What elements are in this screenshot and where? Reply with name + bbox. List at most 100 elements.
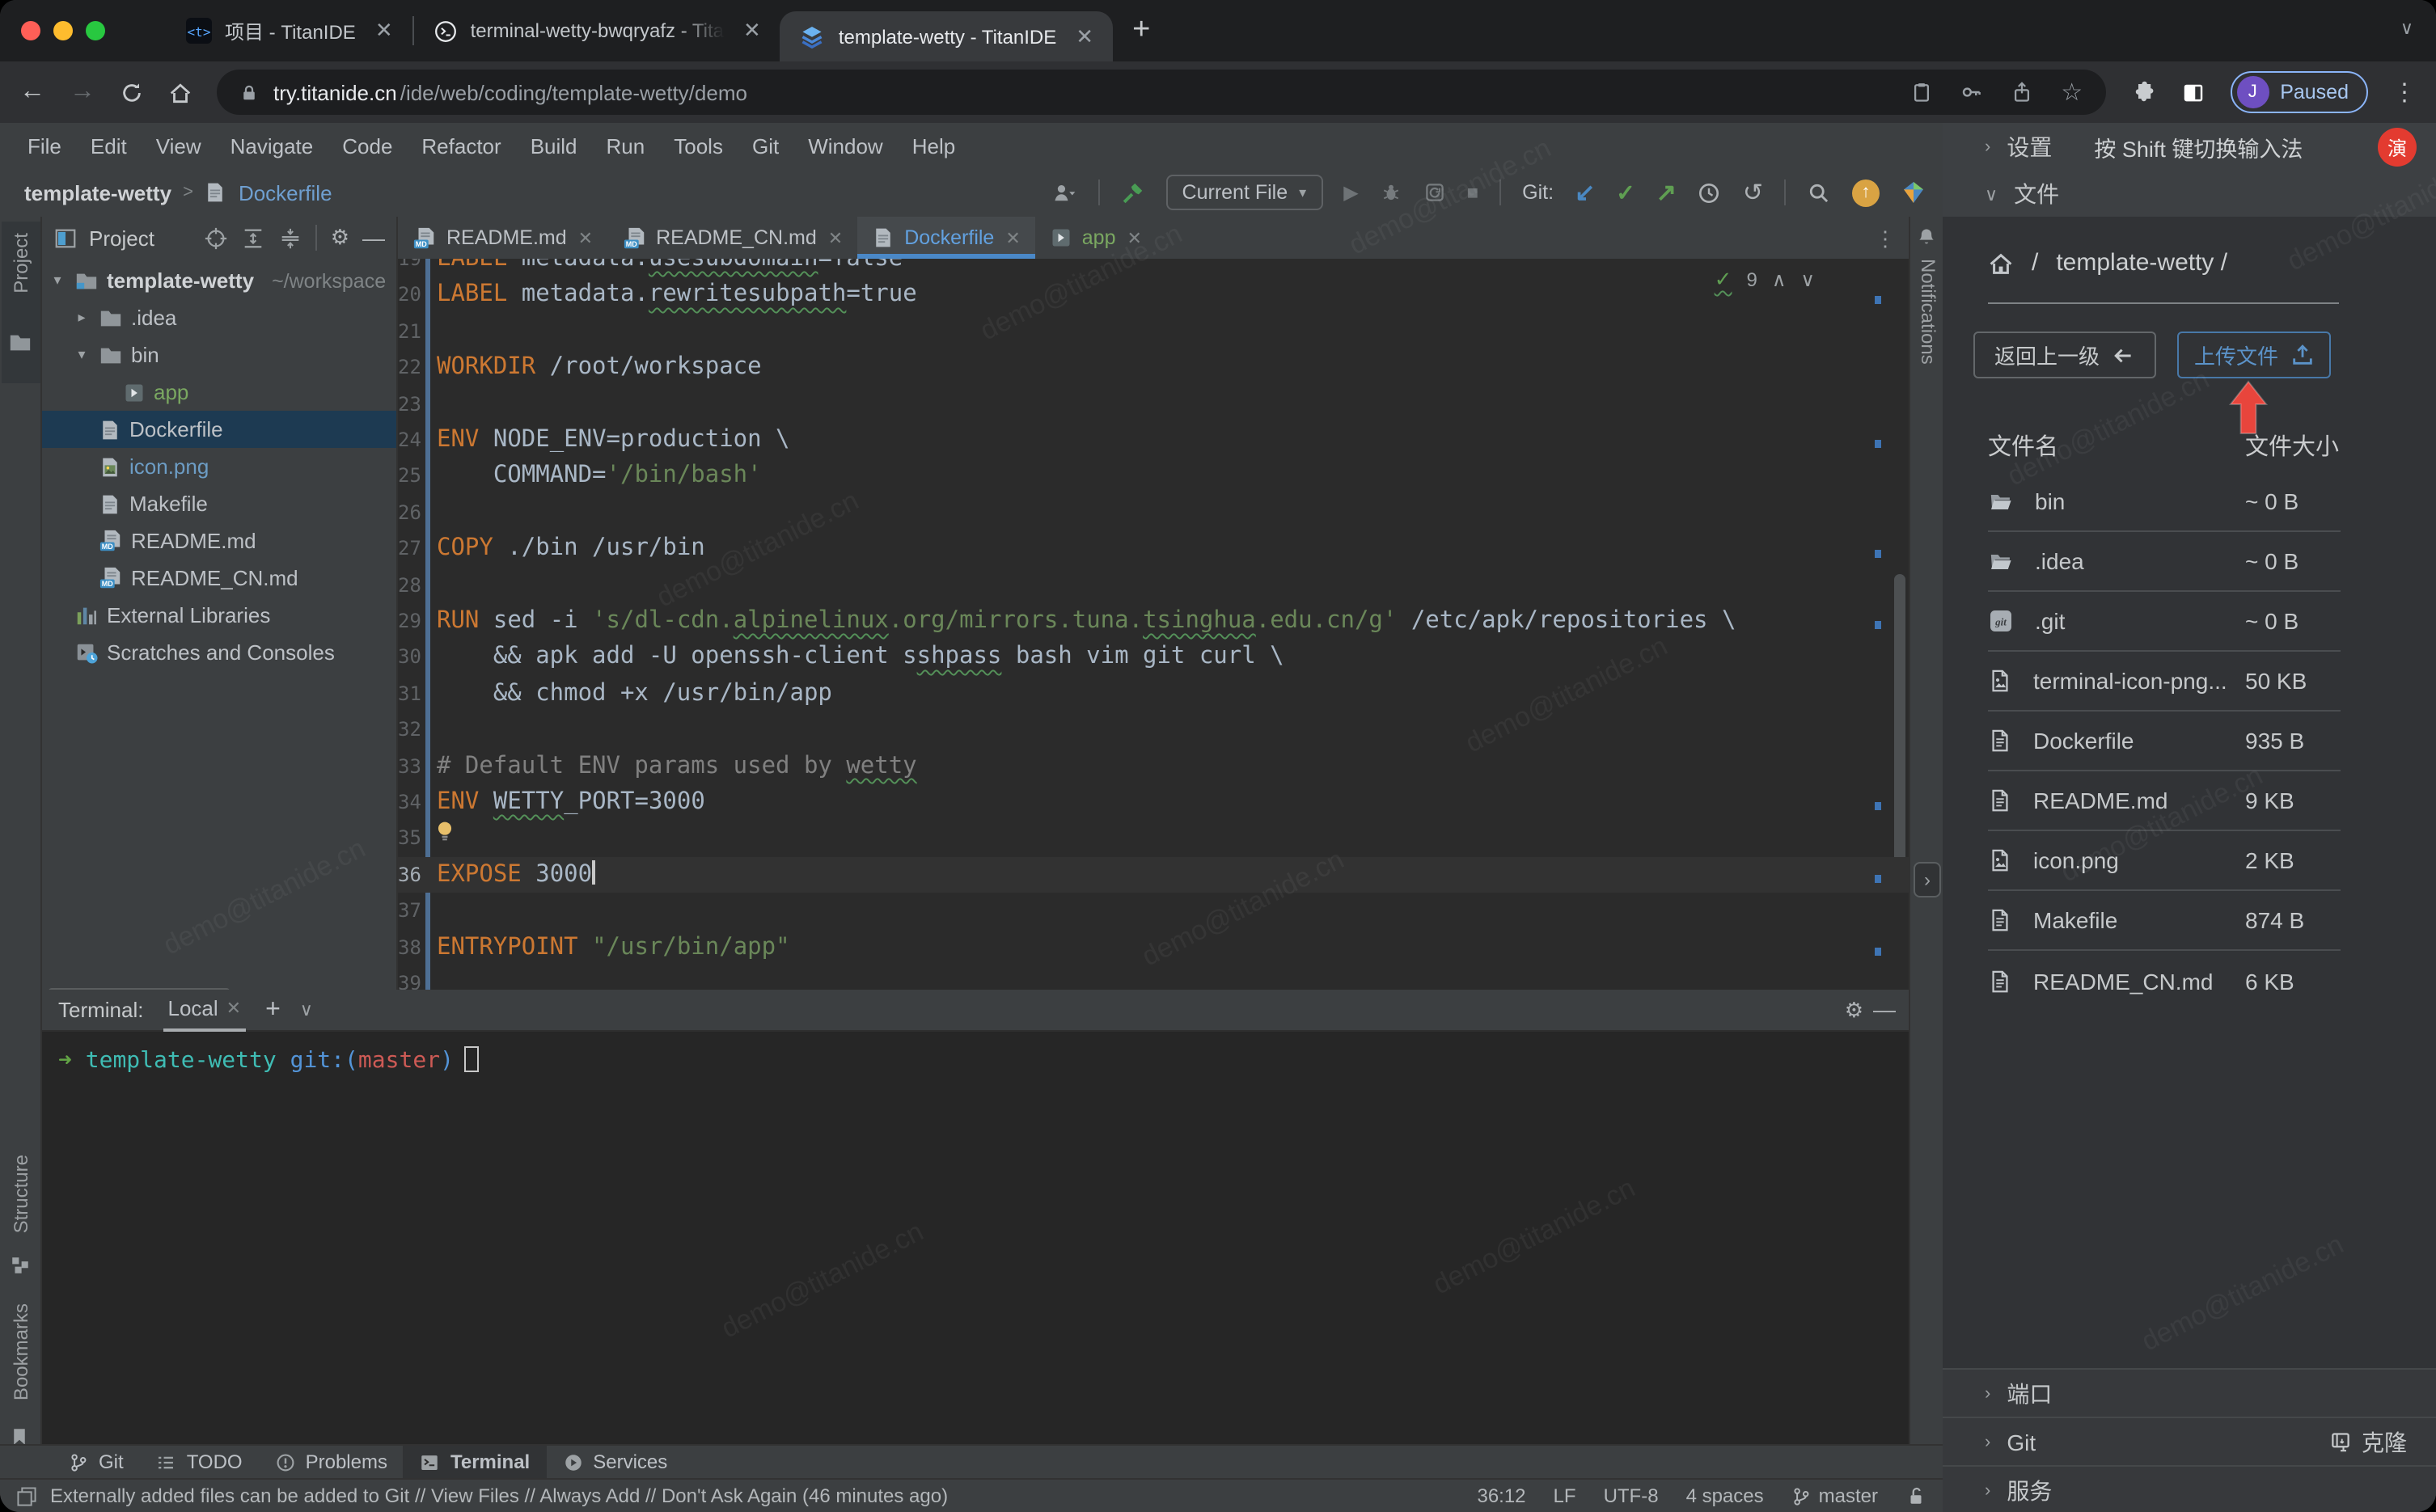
tab-options-icon[interactable]: ⋮ xyxy=(1875,226,1896,252)
profile-button[interactable]: J Paused xyxy=(2230,71,2368,113)
encoding[interactable]: UTF-8 xyxy=(1604,1485,1659,1507)
menu-code[interactable]: Code xyxy=(328,133,407,158)
code-line[interactable]: 35 xyxy=(398,821,1909,857)
key-icon[interactable] xyxy=(1960,81,1983,103)
breadcrumb-project[interactable]: template-wetty xyxy=(24,180,171,205)
file-row[interactable]: git .git ~ 0 B xyxy=(1988,592,2341,652)
inspection-widget[interactable]: ✓ 9 ∧ ∨ xyxy=(1715,267,1815,293)
project-panel-title[interactable]: Project xyxy=(89,226,154,250)
code-line[interactable]: 24 ENV NODE_ENV=production \ xyxy=(398,422,1909,458)
code-line[interactable]: 34 ENV WETTY_PORT=3000 xyxy=(398,784,1909,821)
editor-tab[interactable]: MD README.md ✕ xyxy=(398,217,607,259)
tree-item[interactable]: app xyxy=(42,374,396,411)
browser-tab[interactable]: template-wetty - TitanIDE ✕ xyxy=(780,11,1114,61)
undo-icon[interactable]: ↺ xyxy=(1743,178,1763,207)
stripe-project-tab[interactable]: Project xyxy=(10,233,32,294)
section-git[interactable]: › Git 克隆 xyxy=(1943,1417,2436,1465)
panel-expander-chevron-icon[interactable]: › xyxy=(1914,862,1941,897)
tree-chevron-icon[interactable]: ▸ xyxy=(73,309,91,327)
tree-chevron-icon[interactable]: ▾ xyxy=(49,272,66,289)
file-row[interactable]: .idea ~ 0 B xyxy=(1988,532,2341,592)
terminal-settings-icon[interactable]: ⚙ xyxy=(1845,998,1863,1024)
tree-item[interactable]: Dockerfile xyxy=(42,411,396,448)
update-icon[interactable]: ↑ xyxy=(1852,179,1880,206)
stop-button[interactable]: ■ xyxy=(1467,181,1479,204)
reload-icon[interactable] xyxy=(120,80,144,104)
git-push-icon[interactable]: ↗ xyxy=(1656,178,1677,207)
settings-section-header[interactable]: › 设置 按 Shift 键切换输入法 演 xyxy=(1943,123,2436,171)
code-line[interactable]: 21 xyxy=(398,314,1909,350)
toolwindow-terminal[interactable]: Terminal xyxy=(403,1446,547,1478)
tree-item[interactable]: ▾ template-wetty ~/workspace xyxy=(42,262,396,299)
code-line[interactable]: 22 WORKDIR /root/workspace xyxy=(398,349,1909,386)
menu-navigate[interactable]: Navigate xyxy=(216,133,328,158)
menu-edit[interactable]: Edit xyxy=(76,133,142,158)
toolwindow-services[interactable]: Services xyxy=(546,1446,683,1478)
code-line[interactable]: 36 EXPOSE 3000 xyxy=(398,856,1909,893)
address-bar[interactable]: try.titanide.cn/ide/web/coding/template-… xyxy=(217,70,2106,115)
structure-icon[interactable] xyxy=(10,1255,31,1276)
file-row[interactable]: icon.png 2 KB xyxy=(1988,831,2341,891)
menu-git[interactable]: Git xyxy=(738,133,793,158)
user-icon[interactable] xyxy=(1051,180,1077,205)
tab-close-icon[interactable]: ✕ xyxy=(1127,227,1142,248)
close-icon[interactable]: ✕ xyxy=(226,998,241,1019)
coverage-icon[interactable] xyxy=(1423,181,1446,204)
files-section-header[interactable]: ∨ 文件 xyxy=(1943,171,2436,217)
breadcrumb-file[interactable]: Dockerfile xyxy=(239,180,332,205)
editor-tab[interactable]: app ✕ xyxy=(1035,217,1157,259)
terminal-tab[interactable]: Local ✕ xyxy=(163,989,247,1031)
code-line[interactable]: 38 ENTRYPOINT "/usr/bin/app" xyxy=(398,929,1909,965)
file-row[interactable]: README.md 9 KB xyxy=(1988,771,2341,831)
menu-run[interactable]: Run xyxy=(592,133,660,158)
go-up-button[interactable]: 返回上一级 xyxy=(1973,332,2156,378)
tab-close-icon[interactable]: ✕ xyxy=(578,227,593,248)
folder-icon[interactable] xyxy=(8,330,32,354)
tab-close-icon[interactable]: ✕ xyxy=(1069,23,1093,49)
expand-all-icon[interactable] xyxy=(242,226,266,250)
tree-item[interactable]: Scratches and Consoles xyxy=(42,634,396,671)
menu-help[interactable]: Help xyxy=(898,133,971,158)
menu-tools[interactable]: Tools xyxy=(659,133,738,158)
new-terminal-icon[interactable]: + xyxy=(265,995,281,1024)
code-line[interactable]: 29 RUN sed -i 's/dl-cdn.alpinelinux.org/m… xyxy=(398,603,1909,640)
editor-tab[interactable]: MD README_CN.md ✕ xyxy=(607,217,857,259)
hide-panel-icon[interactable]: — xyxy=(362,225,385,251)
home-icon[interactable] xyxy=(1988,250,2014,276)
lock-icon[interactable] xyxy=(239,82,259,103)
browser-tab[interactable]: <t> 项目 - TitanIDE ✕ xyxy=(167,0,412,61)
git-update-icon[interactable]: ↙ xyxy=(1575,178,1595,207)
tree-item[interactable]: Makefile xyxy=(42,485,396,522)
sidepanel-icon[interactable] xyxy=(2180,80,2206,104)
menu-build[interactable]: Build xyxy=(516,133,592,158)
tab-close-icon[interactable]: ✕ xyxy=(737,18,761,44)
code-line[interactable]: 25 COMMAND='/bin/bash' xyxy=(398,458,1909,495)
toolwindow-todo[interactable]: TODO xyxy=(140,1446,259,1478)
stripe-notifications-tab[interactable]: Notifications xyxy=(1917,259,1939,365)
file-row[interactable]: terminal-icon-png... 50 KB xyxy=(1988,652,2341,712)
code-line[interactable]: 23 xyxy=(398,386,1909,422)
code-line[interactable]: 20 LABEL metadata.rewritesubpath=true xyxy=(398,277,1909,314)
code-line[interactable]: 19 LABEL metadata.usesubdomain=false xyxy=(398,259,1909,277)
window-stack-icon[interactable] xyxy=(16,1485,37,1506)
home-icon[interactable] xyxy=(168,80,192,104)
share-icon[interactable] xyxy=(2011,81,2033,103)
gear-icon[interactable]: ⚙ xyxy=(331,225,349,251)
tree-item[interactable]: icon.png xyxy=(42,448,396,485)
demo-badge[interactable]: 演 xyxy=(2378,128,2417,167)
git-branch-widget[interactable]: master xyxy=(1791,1485,1878,1507)
tree-item[interactable]: External Libraries xyxy=(42,597,396,634)
tree-item[interactable]: ▸ .idea xyxy=(42,299,396,336)
extensions-icon[interactable] xyxy=(2129,79,2155,105)
file-row[interactable]: Dockerfile 935 B xyxy=(1988,712,2341,771)
debug-icon[interactable] xyxy=(1380,181,1402,204)
prev-problem-icon[interactable]: ∧ xyxy=(1772,268,1787,291)
code-line[interactable]: 28 xyxy=(398,567,1909,603)
run-config-select[interactable]: Current File ▾ xyxy=(1165,175,1323,210)
code-line[interactable]: 32 xyxy=(398,712,1909,748)
browser-menu-icon[interactable]: ⋮ xyxy=(2392,78,2417,107)
caret-position[interactable]: 36:12 xyxy=(1477,1485,1525,1507)
file-row[interactable]: README_CN.md 6 KB xyxy=(1988,951,2341,1011)
code-line[interactable]: 26 xyxy=(398,495,1909,531)
forward-icon[interactable]: → xyxy=(70,78,95,105)
